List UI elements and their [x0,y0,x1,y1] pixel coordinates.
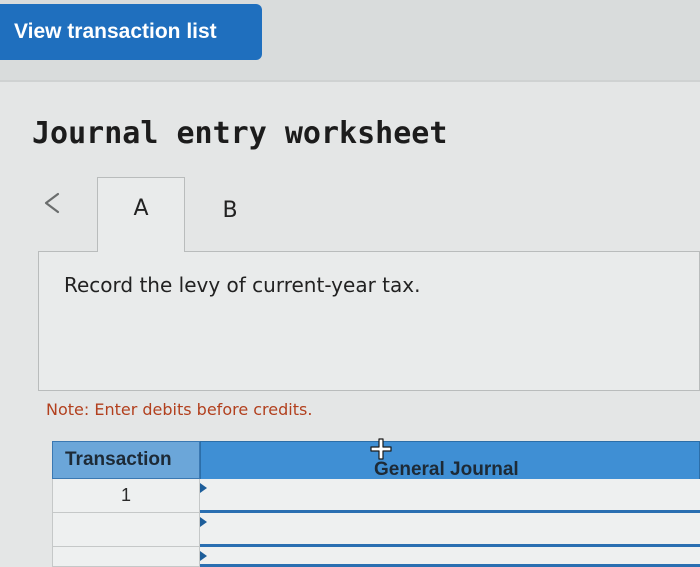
chevron-left-icon[interactable] [38,188,68,218]
instruction-text: Record the levy of current-year tax. [64,273,421,297]
table-row: 1 [52,479,700,513]
tab-a[interactable]: A [97,177,185,252]
general-journal-cell[interactable] [200,479,700,513]
transaction-cell [52,547,200,567]
tab-b[interactable]: B [195,185,265,240]
general-journal-cell[interactable] [200,513,700,547]
transaction-cell: 1 [52,479,200,513]
row-marker-icon [200,483,207,493]
column-header-transaction: Transaction [52,441,200,479]
divider [0,80,700,82]
move-cursor-icon [370,438,392,460]
row-marker-icon [200,517,207,527]
transaction-cell [52,513,200,547]
table-row [52,513,700,547]
table-row [52,547,700,567]
instruction-panel [38,251,700,391]
row-marker-icon [200,551,207,561]
page-title: Journal entry worksheet [32,116,448,151]
general-journal-cell[interactable] [200,547,700,567]
note-text: Note: Enter debits before credits. [46,400,313,419]
view-transaction-list-button[interactable]: View transaction list [0,4,262,60]
